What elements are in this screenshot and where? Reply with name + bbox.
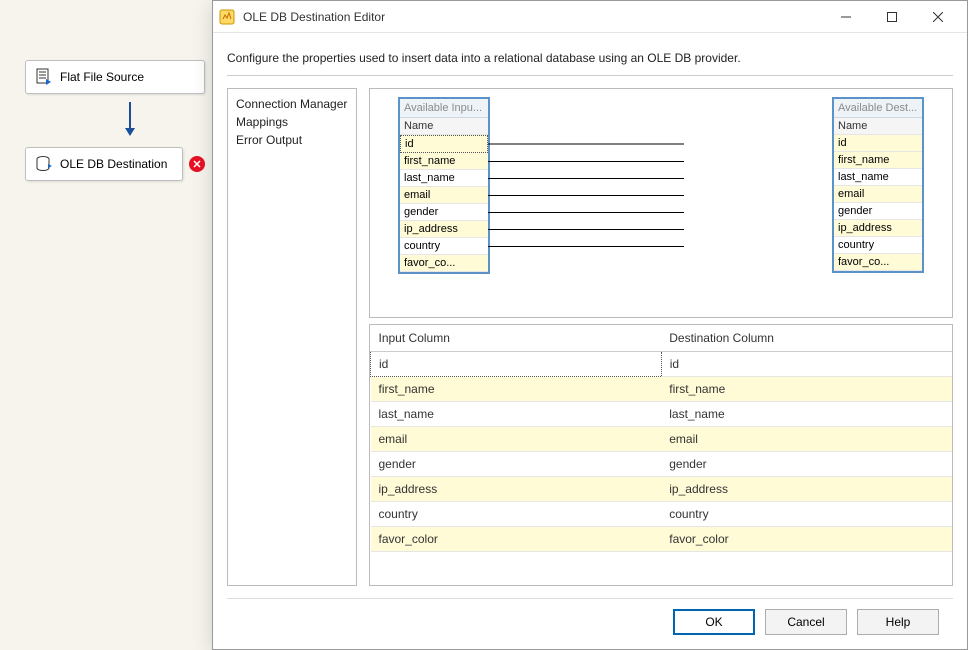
database-icon bbox=[34, 154, 54, 174]
grid-header-input[interactable]: Input Column bbox=[371, 325, 662, 352]
grid-row[interactable]: gendergender bbox=[371, 452, 953, 477]
oledb-destination-label: OLE DB Destination bbox=[60, 157, 167, 171]
error-badge-icon: ✕ bbox=[189, 156, 205, 172]
grid-cell-input[interactable]: gender bbox=[371, 452, 662, 477]
dest-col[interactable]: country bbox=[834, 237, 922, 254]
grid-cell-dest[interactable]: email bbox=[661, 427, 952, 452]
grid-cell-dest[interactable]: first_name bbox=[661, 377, 952, 402]
grid-cell-dest[interactable]: gender bbox=[661, 452, 952, 477]
available-dest-box[interactable]: Available Dest... Name idfirst_namelast_… bbox=[832, 97, 924, 273]
grid-cell-input[interactable]: first_name bbox=[371, 377, 662, 402]
input-col[interactable]: first_name bbox=[400, 153, 488, 170]
grid-row[interactable]: favor_colorfavor_color bbox=[371, 527, 953, 552]
column-mapper[interactable]: Available Inpu... Name idfirst_namelast_… bbox=[369, 88, 953, 318]
dest-col[interactable]: ip_address bbox=[834, 220, 922, 237]
grid-header-dest[interactable]: Destination Column bbox=[661, 325, 952, 352]
dialog-description: Configure the properties used to insert … bbox=[213, 33, 967, 75]
nav-panel: Connection Manager Mappings Error Output bbox=[227, 88, 357, 586]
dest-col[interactable]: gender bbox=[834, 203, 922, 220]
dest-col[interactable]: email bbox=[834, 186, 922, 203]
grid-cell-dest[interactable]: country bbox=[661, 502, 952, 527]
grid-row[interactable]: countrycountry bbox=[371, 502, 953, 527]
dialog-footer: OK Cancel Help bbox=[227, 598, 953, 649]
grid-row[interactable]: idid bbox=[371, 352, 953, 377]
input-col[interactable]: favor_co... bbox=[400, 255, 488, 272]
input-col[interactable]: country bbox=[400, 238, 488, 255]
grid-row[interactable]: last_namelast_name bbox=[371, 402, 953, 427]
app-icon bbox=[219, 9, 235, 25]
grid-row[interactable]: emailemail bbox=[371, 427, 953, 452]
dest-col[interactable]: id bbox=[834, 135, 922, 152]
nav-item-mappings[interactable]: Mappings bbox=[236, 113, 348, 131]
oledb-destination-editor-dialog: OLE DB Destination Editor Configure the … bbox=[212, 0, 968, 650]
flow-arrow bbox=[25, 102, 205, 141]
dialog-title: OLE DB Destination Editor bbox=[243, 10, 823, 24]
nav-item-connection-manager[interactable]: Connection Manager bbox=[236, 95, 348, 113]
grid-cell-input[interactable]: country bbox=[371, 502, 662, 527]
oledb-destination-box[interactable]: OLE DB Destination bbox=[25, 147, 183, 181]
dest-col[interactable]: favor_co... bbox=[834, 254, 922, 271]
name-header: Name bbox=[834, 118, 922, 135]
grid-cell-input[interactable]: id bbox=[371, 352, 662, 377]
input-col[interactable]: ip_address bbox=[400, 221, 488, 238]
flat-file-source-label: Flat File Source bbox=[60, 70, 144, 84]
grid-row[interactable]: ip_addressip_address bbox=[371, 477, 953, 502]
input-col[interactable]: email bbox=[400, 187, 488, 204]
maximize-button[interactable] bbox=[869, 2, 915, 32]
grid-row[interactable]: first_namefirst_name bbox=[371, 377, 953, 402]
available-input-header: Available Inpu... bbox=[400, 99, 488, 118]
ok-button[interactable]: OK bbox=[673, 609, 755, 635]
grid-cell-dest[interactable]: favor_color bbox=[661, 527, 952, 552]
dest-col[interactable]: last_name bbox=[834, 169, 922, 186]
mapping-grid[interactable]: Input Column Destination Column ididfirs… bbox=[369, 324, 953, 586]
cancel-button[interactable]: Cancel bbox=[765, 609, 847, 635]
help-button[interactable]: Help bbox=[857, 609, 939, 635]
nav-item-error-output[interactable]: Error Output bbox=[236, 131, 348, 149]
grid-cell-dest[interactable]: last_name bbox=[661, 402, 952, 427]
available-input-box[interactable]: Available Inpu... Name idfirst_namelast_… bbox=[398, 97, 490, 274]
titlebar: OLE DB Destination Editor bbox=[213, 1, 967, 33]
dest-col[interactable]: first_name bbox=[834, 152, 922, 169]
file-icon bbox=[34, 67, 54, 87]
grid-cell-dest[interactable]: id bbox=[661, 352, 952, 377]
close-button[interactable] bbox=[915, 2, 961, 32]
grid-cell-input[interactable]: last_name bbox=[371, 402, 662, 427]
name-header: Name bbox=[400, 118, 488, 135]
input-col[interactable]: id bbox=[400, 135, 488, 153]
data-flow-diagram: Flat File Source OLE DB Destination ✕ bbox=[25, 60, 205, 181]
input-col[interactable]: gender bbox=[400, 204, 488, 221]
available-dest-header: Available Dest... bbox=[834, 99, 922, 118]
grid-cell-dest[interactable]: ip_address bbox=[661, 477, 952, 502]
flat-file-source-box[interactable]: Flat File Source bbox=[25, 60, 205, 94]
input-col[interactable]: last_name bbox=[400, 170, 488, 187]
grid-cell-input[interactable]: email bbox=[371, 427, 662, 452]
grid-cell-input[interactable]: favor_color bbox=[371, 527, 662, 552]
minimize-button[interactable] bbox=[823, 2, 869, 32]
grid-cell-input[interactable]: ip_address bbox=[371, 477, 662, 502]
